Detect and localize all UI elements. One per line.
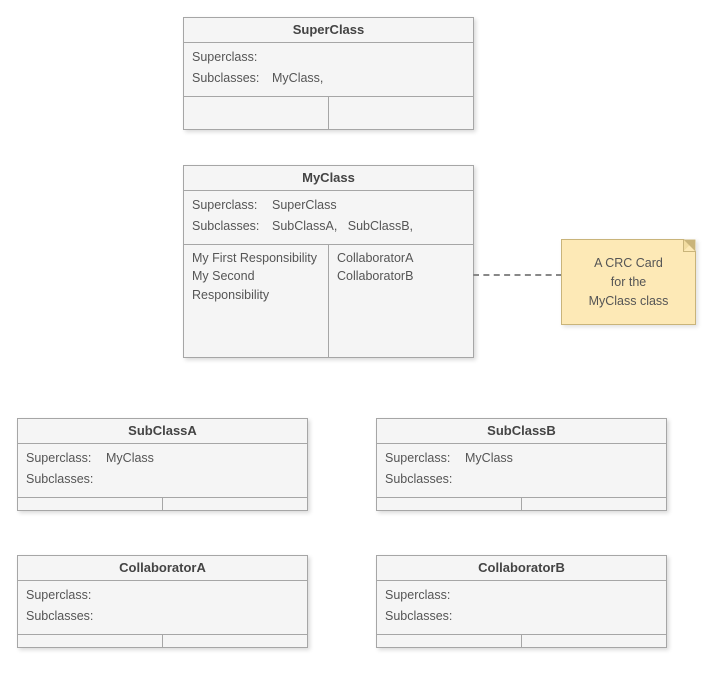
subclasses-value bbox=[106, 469, 299, 490]
superclass-label: Superclass: bbox=[192, 195, 272, 216]
card-title: CollaboratorB bbox=[377, 556, 666, 581]
responsibilities-cell bbox=[18, 498, 163, 511]
crc-card-subclassb: SubClassB Superclass: MyClass Subclasses… bbox=[376, 418, 667, 511]
responsibility-item: My Second Responsibility bbox=[192, 267, 320, 305]
collaborators-cell: CollaboratorA CollaboratorB bbox=[329, 245, 473, 358]
superclass-label: Superclass: bbox=[192, 47, 272, 68]
card-title: CollaboratorA bbox=[18, 556, 307, 581]
crc-card-superclass: SuperClass Superclass: Subclasses: MyCla… bbox=[183, 17, 474, 130]
subclasses-value bbox=[106, 606, 299, 627]
collaborators-cell bbox=[163, 498, 307, 511]
superclass-value: MyClass bbox=[106, 448, 299, 469]
card-title: SubClassA bbox=[18, 419, 307, 444]
responsibilities-cell bbox=[18, 635, 163, 648]
subclasses-value bbox=[465, 469, 658, 490]
crc-card-collaboratora: CollaboratorA Superclass: Subclasses: bbox=[17, 555, 308, 648]
note-connector bbox=[473, 274, 562, 276]
superclass-label: Superclass: bbox=[385, 585, 465, 606]
subclasses-label: Subclasses: bbox=[26, 606, 106, 627]
responsibility-item: My First Responsibility bbox=[192, 249, 320, 268]
note-line: for the bbox=[572, 273, 685, 292]
subclasses-label: Subclasses: bbox=[26, 469, 106, 490]
collaborators-cell bbox=[522, 635, 666, 648]
subclasses-label: Subclasses: bbox=[385, 606, 465, 627]
note-annotation: A CRC Card for the MyClass class bbox=[561, 239, 696, 325]
collaborator-item: CollaboratorA bbox=[337, 249, 465, 268]
crc-card-myclass: MyClass Superclass: SuperClass Subclasse… bbox=[183, 165, 474, 358]
responsibilities-cell bbox=[377, 635, 522, 648]
card-title: SubClassB bbox=[377, 419, 666, 444]
collaborator-item: CollaboratorB bbox=[337, 267, 465, 286]
subclasses-label: Subclasses: bbox=[192, 216, 272, 237]
superclass-value: SuperClass bbox=[272, 195, 465, 216]
card-meta: Superclass: Subclasses: MyClass, bbox=[184, 43, 473, 97]
card-meta: Superclass: SuperClass Subclasses: SubCl… bbox=[184, 191, 473, 245]
responsibilities-cell bbox=[184, 97, 329, 130]
note-line: A CRC Card bbox=[572, 254, 685, 273]
responsibilities-cell bbox=[377, 498, 522, 511]
collaborators-cell bbox=[522, 498, 666, 511]
card-meta: Superclass: Subclasses: bbox=[18, 581, 307, 635]
responsibilities-cell: My First Responsibility My Second Respon… bbox=[184, 245, 329, 358]
superclass-value: MyClass bbox=[465, 448, 658, 469]
superclass-label: Superclass: bbox=[26, 585, 106, 606]
superclass-label: Superclass: bbox=[385, 448, 465, 469]
note-line: MyClass class bbox=[572, 292, 685, 311]
note-fold-icon bbox=[683, 240, 695, 252]
subclasses-label: Subclasses: bbox=[192, 68, 272, 89]
card-meta: Superclass: MyClass Subclasses: bbox=[18, 444, 307, 498]
crc-card-subclassa: SubClassA Superclass: MyClass Subclasses… bbox=[17, 418, 308, 511]
subclasses-value bbox=[465, 606, 658, 627]
superclass-value bbox=[106, 585, 299, 606]
card-title: SuperClass bbox=[184, 18, 473, 43]
subclasses-value: SubClassA, SubClassB, bbox=[272, 216, 465, 237]
crc-card-collaboratorb: CollaboratorB Superclass: Subclasses: bbox=[376, 555, 667, 648]
collaborators-cell bbox=[329, 97, 473, 130]
collaborators-cell bbox=[163, 635, 307, 648]
card-title: MyClass bbox=[184, 166, 473, 191]
superclass-value bbox=[465, 585, 658, 606]
superclass-label: Superclass: bbox=[26, 448, 106, 469]
card-meta: Superclass: Subclasses: bbox=[377, 581, 666, 635]
superclass-value bbox=[272, 47, 465, 68]
subclasses-label: Subclasses: bbox=[385, 469, 465, 490]
card-meta: Superclass: MyClass Subclasses: bbox=[377, 444, 666, 498]
subclasses-value: MyClass, bbox=[272, 68, 465, 89]
